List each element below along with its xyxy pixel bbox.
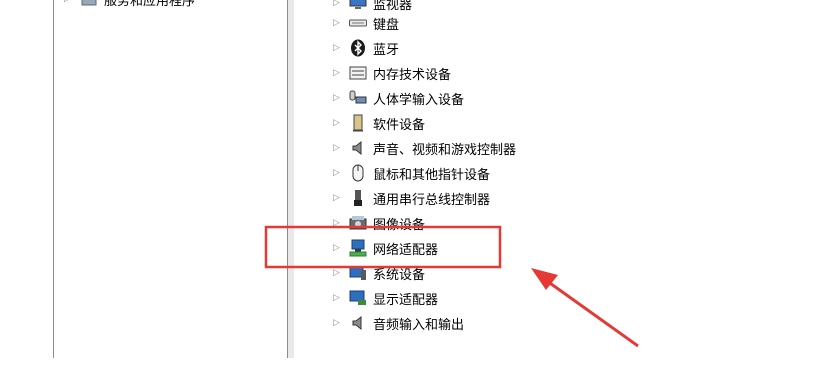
tree-item-imaging-devices[interactable]: ▷ 图像设备	[333, 212, 425, 234]
tree-item-hid[interactable]: ▷ 人体学输入设备	[333, 87, 464, 109]
system-device-icon	[349, 264, 367, 282]
tree-item-system-devices[interactable]: ▷ 系统设备	[333, 262, 425, 284]
speaker-icon	[349, 139, 367, 157]
tree-item-mice[interactable]: ▷ 鼠标和其他指针设备	[333, 162, 490, 184]
tree-item-software-devices[interactable]: ▷ 软件设备	[333, 112, 425, 134]
left-pane: ▷ 服务和应用程序	[0, 0, 288, 360]
tree-item-label: 内存技术设备	[373, 67, 452, 83]
audio-io-icon	[349, 314, 367, 332]
tree-item-network-adapters[interactable]: ▷ 网络适配器	[333, 237, 438, 259]
tree-item-label: 系统设备	[373, 267, 426, 283]
expand-arrow-icon[interactable]: ▷	[333, 143, 343, 153]
tree-item-display-adapters[interactable]: ▷ 显示适配器	[333, 287, 438, 309]
tree-item-memory-devices[interactable]: ▷ 内存技术设备	[333, 62, 451, 84]
tree-item-label: 显示适配器	[373, 292, 439, 308]
mouse-icon	[349, 164, 367, 182]
expand-arrow-icon[interactable]: ▷	[333, 43, 343, 53]
monitor-icon	[349, 0, 367, 12]
expand-arrow-icon[interactable]: ▷	[333, 93, 343, 103]
tree-item-label: 服务和应用程序	[104, 0, 196, 9]
tree-item-label: 软件设备	[373, 117, 426, 133]
memory-device-icon	[349, 64, 367, 82]
expand-arrow-icon[interactable]: ▷	[333, 168, 343, 178]
tree-item-label: 鼠标和其他指针设备	[373, 167, 491, 183]
tree-item-label: 网络适配器	[373, 242, 439, 258]
expand-arrow-icon[interactable]: ▷	[333, 68, 343, 78]
expand-arrow-icon[interactable]: ▷	[64, 0, 74, 4]
tree-item-label: 蓝牙	[373, 42, 400, 58]
device-tree: ▷ 监视器 ▷ 键盘 ▷ 蓝牙 ▷ 内存技术设备 ▷ 人体学输入设备 ▷ 软件设…	[297, 0, 817, 360]
tree-item-label: 通用串行总线控制器	[373, 192, 491, 208]
imaging-device-icon	[349, 214, 367, 232]
expand-arrow-icon[interactable]: ▷	[333, 318, 343, 328]
expand-arrow-icon[interactable]: ▷	[333, 268, 343, 278]
pane-splitter[interactable]	[288, 0, 294, 358]
expand-arrow-icon[interactable]: ▷	[333, 243, 343, 253]
keyboard-icon	[349, 14, 367, 32]
tree-item-label: 声音、视频和游戏控制器	[373, 142, 517, 158]
tree-item-label: 音频输入和输出	[373, 317, 465, 333]
display-adapter-icon	[349, 289, 367, 307]
expand-arrow-icon[interactable]: ▷	[333, 293, 343, 303]
tree-item-sound-video-game[interactable]: ▷ 声音、视频和游戏控制器	[333, 137, 516, 159]
tree-item-label: 键盘	[373, 17, 400, 33]
tree-item-services-apps[interactable]: ▷ 服务和应用程序	[64, 0, 195, 10]
tree-item-usb-controllers[interactable]: ▷ 通用串行总线控制器	[333, 187, 490, 209]
tree-item-bluetooth[interactable]: ▷ 蓝牙	[333, 37, 399, 59]
usb-icon	[349, 189, 367, 207]
network-adapter-icon	[349, 239, 367, 257]
pane-divider	[53, 0, 54, 358]
tree-item-label: 图像设备	[373, 217, 426, 233]
expand-arrow-icon[interactable]: ▷	[333, 18, 343, 28]
services-apps-icon	[80, 0, 98, 8]
bluetooth-icon	[349, 39, 367, 57]
tree-item-label: 监视器	[373, 0, 413, 13]
expand-arrow-icon[interactable]: ▷	[333, 118, 343, 128]
expand-arrow-icon[interactable]: ▷	[333, 193, 343, 203]
tree-item-label: 人体学输入设备	[373, 92, 465, 108]
software-device-icon	[349, 114, 367, 132]
hid-icon	[349, 89, 367, 107]
expand-arrow-icon[interactable]: ▷	[333, 0, 343, 8]
tree-item-audio-io[interactable]: ▷ 音频输入和输出	[333, 312, 464, 334]
tree-item-keyboards[interactable]: ▷ 键盘	[333, 12, 399, 34]
expand-arrow-icon[interactable]: ▷	[333, 218, 343, 228]
